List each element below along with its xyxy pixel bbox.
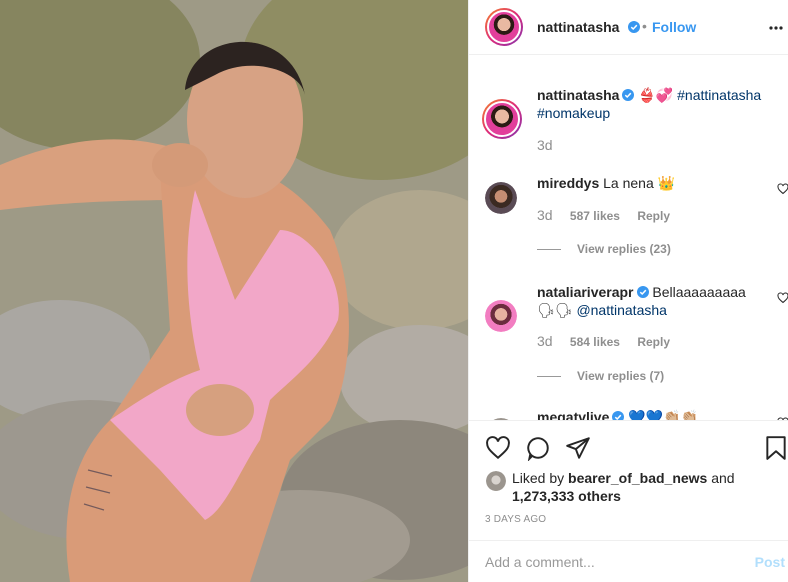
comment-like-icon[interactable] (777, 292, 788, 304)
follow-button[interactable]: Follow (652, 19, 696, 35)
post-header: nattinatasha • Follow (469, 0, 788, 55)
more-options-icon[interactable] (768, 20, 784, 36)
caption-emoji: 👙💞 (638, 87, 674, 103)
comment-emoji: 🗣🗣 (537, 302, 573, 318)
comment-input[interactable] (485, 552, 735, 572)
caption-avatar[interactable] (482, 99, 522, 139)
verified-badge-icon (636, 286, 649, 298)
like-heart-icon[interactable] (485, 435, 511, 461)
comment-username[interactable]: nataliariverapr (537, 284, 634, 300)
liker-avatar[interactable] (486, 471, 506, 491)
likes-prefix: Liked by (512, 470, 569, 486)
verified-badge-icon (612, 411, 625, 420)
hashtag-link[interactable]: #nattinatasha (677, 87, 761, 103)
comment-text: Bellaaaaaaaaa (652, 284, 746, 300)
hashtag-link[interactable]: #nomakeup (537, 105, 610, 121)
caption-meta: 3d (537, 137, 553, 153)
caption-time[interactable]: 3d (537, 137, 553, 153)
save-bookmark-icon[interactable] (765, 435, 787, 461)
comment-like-icon[interactable] (777, 183, 788, 195)
comment-likes[interactable]: 584 likes (570, 335, 620, 349)
view-replies-label[interactable]: View replies (7) (577, 369, 664, 383)
liker-username[interactable]: bearer_of_bad_news (568, 470, 707, 486)
comment-username[interactable]: mireddys (537, 175, 599, 191)
view-replies-label[interactable]: View replies (23) (577, 242, 671, 256)
commenter-avatar[interactable] (485, 300, 517, 332)
comment: nataliariverapr Bellaaaaaaaaa 🗣🗣 @nattin… (537, 283, 749, 319)
comment: megatvlive 💙💙👏🏼👏🏼 (537, 408, 767, 420)
view-replies-line (537, 249, 561, 251)
comment-username[interactable]: megatvlive (537, 409, 609, 420)
commenter-avatar[interactable] (485, 182, 517, 214)
post-actions: Liked by bearer_of_bad_news and 1,273,33… (469, 420, 788, 540)
reply-button[interactable]: Reply (637, 335, 670, 349)
comment-bubble-icon[interactable] (525, 435, 551, 461)
caption-username[interactable]: nattinatasha (537, 87, 619, 103)
share-icon[interactable] (565, 435, 591, 461)
verified-badge-icon (622, 89, 635, 101)
comment-time[interactable]: 3d (537, 333, 553, 349)
comment-meta: 3d 587 likes Reply (537, 207, 670, 223)
photo-illustration (0, 0, 468, 582)
comment-text: La nena 👑 (603, 175, 676, 191)
comment-likes[interactable]: 587 likes (570, 209, 620, 223)
verified-badge-icon (628, 21, 640, 33)
likes-count[interactable]: 1,273,333 others (512, 488, 621, 504)
likes-summary: Liked by bearer_of_bad_news and 1,273,33… (512, 469, 735, 505)
post-sidebar: nattinatasha • Follow nattinatasha 👙💞 #n… (468, 0, 788, 582)
comment: mireddys La nena 👑 (537, 174, 767, 192)
add-comment-bar: Post (469, 540, 788, 582)
post-photo[interactable] (0, 0, 468, 582)
view-replies-line (537, 376, 561, 378)
author-username[interactable]: nattinatasha (537, 19, 619, 35)
comments-list[interactable]: nattinatasha 👙💞 #nattinatasha #nomakeup … (469, 56, 788, 420)
post-comment-button[interactable]: Post (755, 554, 785, 570)
reply-button[interactable]: Reply (637, 209, 670, 223)
likes-mid: and (707, 470, 735, 486)
post-date[interactable]: 3 DAYS AGO (485, 514, 546, 525)
comment-text: 💙💙👏🏼👏🏼 (628, 409, 698, 420)
comment-time[interactable]: 3d (537, 207, 553, 223)
view-replies[interactable]: View replies (23) (537, 242, 671, 256)
mention-link[interactable]: @nattinatasha (576, 302, 667, 318)
view-replies[interactable]: View replies (7) (537, 369, 664, 383)
caption: nattinatasha 👙💞 #nattinatasha #nomakeup (537, 86, 777, 122)
header-separator: • (642, 18, 647, 34)
comment-meta: 3d 584 likes Reply (537, 333, 670, 349)
author-avatar[interactable] (485, 8, 523, 46)
